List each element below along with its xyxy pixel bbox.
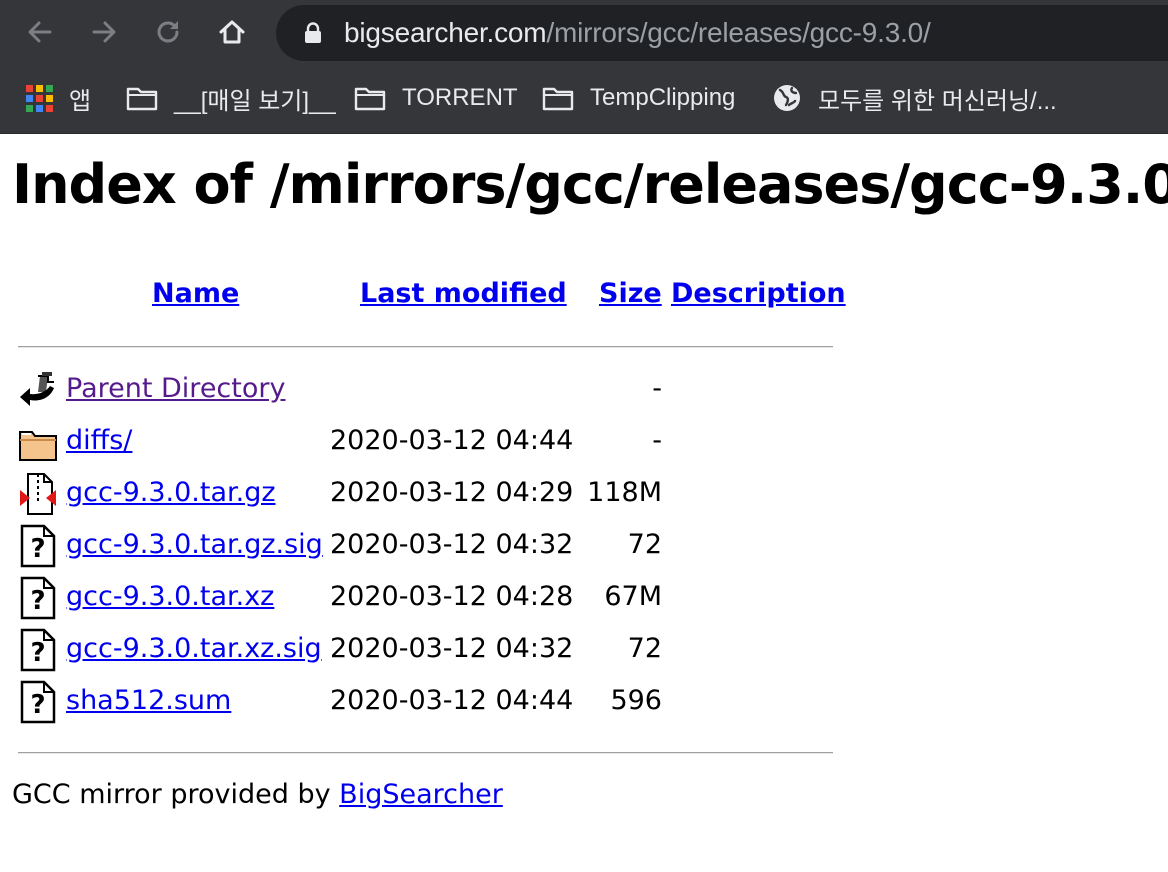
file-date: 2020-03-12 04:32: [330, 633, 574, 664]
file-size: 118M: [587, 477, 662, 508]
list-item: ? gcc-9.3.0.tar.xz 2020-03-12 04:28 67M: [0, 572, 700, 624]
bookmark-torrent[interactable]: TORRENT: [354, 80, 518, 116]
folder-icon: [354, 87, 386, 111]
bookmark-label: __[매일 보기]__: [174, 87, 336, 115]
list-item: ? gcc-9.3.0.tar.xz.sig 2020-03-12 04:32 …: [0, 624, 700, 676]
list-item: gcc-9.3.0.tar.gz 2020-03-12 04:29 118M: [0, 468, 700, 520]
back-arrow-icon: [28, 21, 52, 43]
file-link[interactable]: gcc-9.3.0.tar.gz.sig: [66, 526, 323, 564]
forward-button[interactable]: [86, 14, 122, 50]
bookmark-label: TORRENT: [402, 84, 518, 111]
lock-icon: [305, 22, 321, 43]
file-link[interactable]: sha512.sum: [66, 682, 231, 720]
svg-text:?: ?: [30, 638, 45, 668]
bookmark-tempclipping[interactable]: TempClipping: [542, 80, 735, 116]
sort-by-size-link[interactable]: Size: [599, 274, 662, 314]
list-item: Parent Directory -: [0, 364, 700, 416]
svg-text:?: ?: [30, 586, 45, 616]
divider: [18, 752, 833, 754]
unknown-file-icon: ?: [20, 680, 56, 724]
file-link[interactable]: diffs/: [66, 422, 132, 460]
bookmark-label: 앱: [69, 87, 92, 115]
back-button[interactable]: [22, 14, 58, 50]
file-size: -: [652, 425, 662, 456]
bookmarks-bar: 앱 __[매일 보기]__ TORRENT TempClipping 모두를 위…: [0, 66, 1168, 134]
folder-icon: [19, 431, 57, 461]
file-date: 2020-03-12 04:28: [330, 581, 574, 612]
file-date: 2020-03-12 04:44: [330, 685, 574, 716]
back-arrow-icon: [20, 372, 54, 406]
bookmark-apps[interactable]: 앱: [26, 80, 91, 116]
bookmark-label: TempClipping: [590, 84, 736, 111]
globe-icon: [774, 85, 800, 111]
file-link[interactable]: gcc-9.3.0.tar.xz: [66, 578, 274, 616]
file-size: 72: [627, 633, 662, 664]
unknown-file-icon: ?: [20, 628, 56, 672]
reload-button[interactable]: [150, 14, 186, 50]
svg-text:?: ?: [30, 690, 45, 720]
url-path: /mirrors/gcc/releases/gcc-9.3.0/: [546, 17, 931, 48]
sort-by-description-link[interactable]: Description: [671, 274, 846, 314]
file-size: -: [652, 373, 662, 404]
reload-icon: [157, 21, 179, 43]
page-content: Index of /mirrors/gcc/releases/gcc-9.3.0…: [0, 134, 1168, 872]
folder-icon: [542, 87, 574, 111]
bookmark-label: 모두를 위한 머신러닝/...: [818, 87, 1057, 115]
home-icon: [219, 20, 245, 44]
footer-text: GCC mirror provided by: [12, 779, 340, 810]
file-link[interactable]: gcc-9.3.0.tar.gz: [66, 474, 276, 512]
url-host: bigsearcher.com: [344, 17, 547, 48]
forward-arrow-icon: [92, 21, 116, 43]
address-bar[interactable]: bigsearcher.com/mirrors/gcc/releases/gcc…: [276, 5, 1168, 61]
page-title: Index of /mirrors/gcc/releases/gcc-9.3.0: [12, 153, 1168, 216]
sort-by-last-modified-link[interactable]: Last modified: [360, 274, 567, 314]
url-text: bigsearcher.com/mirrors/gcc/releases/gcc…: [344, 16, 931, 50]
apps-grid-icon: [26, 84, 53, 112]
unknown-file-icon: ?: [20, 524, 56, 568]
divider: [18, 346, 833, 348]
bookmark-ml[interactable]: 모두를 위한 머신러닝/...: [772, 80, 1057, 116]
file-date: 2020-03-12 04:32: [330, 529, 574, 560]
svg-text:?: ?: [30, 534, 45, 564]
home-button[interactable]: [214, 14, 250, 50]
list-item: diffs/ 2020-03-12 04:44 -: [0, 416, 700, 468]
sort-by-name-link[interactable]: Name: [152, 274, 239, 314]
bookmark-daily[interactable]: __[매일 보기]__: [126, 80, 336, 116]
file-date: 2020-03-12 04:29: [330, 477, 574, 508]
list-item: ? sha512.sum 2020-03-12 04:44 596: [0, 676, 700, 728]
file-size: 596: [610, 685, 662, 716]
footer: GCC mirror provided by BigSearcher: [12, 776, 503, 814]
file-link[interactable]: gcc-9.3.0.tar.xz.sig: [66, 630, 322, 668]
browser-toolbar: bigsearcher.com/mirrors/gcc/releases/gcc…: [0, 0, 1168, 66]
list-item: ? gcc-9.3.0.tar.gz.sig 2020-03-12 04:32 …: [0, 520, 700, 572]
file-size: 67M: [604, 581, 662, 612]
folder-icon: [126, 87, 158, 111]
bigsearcher-link[interactable]: BigSearcher: [339, 779, 503, 810]
file-date: 2020-03-12 04:44: [330, 425, 574, 456]
parent-directory-link[interactable]: Parent Directory: [66, 370, 285, 408]
unknown-file-icon: ?: [20, 576, 56, 620]
compressed-file-icon: [20, 473, 56, 515]
file-size: 72: [627, 529, 662, 560]
